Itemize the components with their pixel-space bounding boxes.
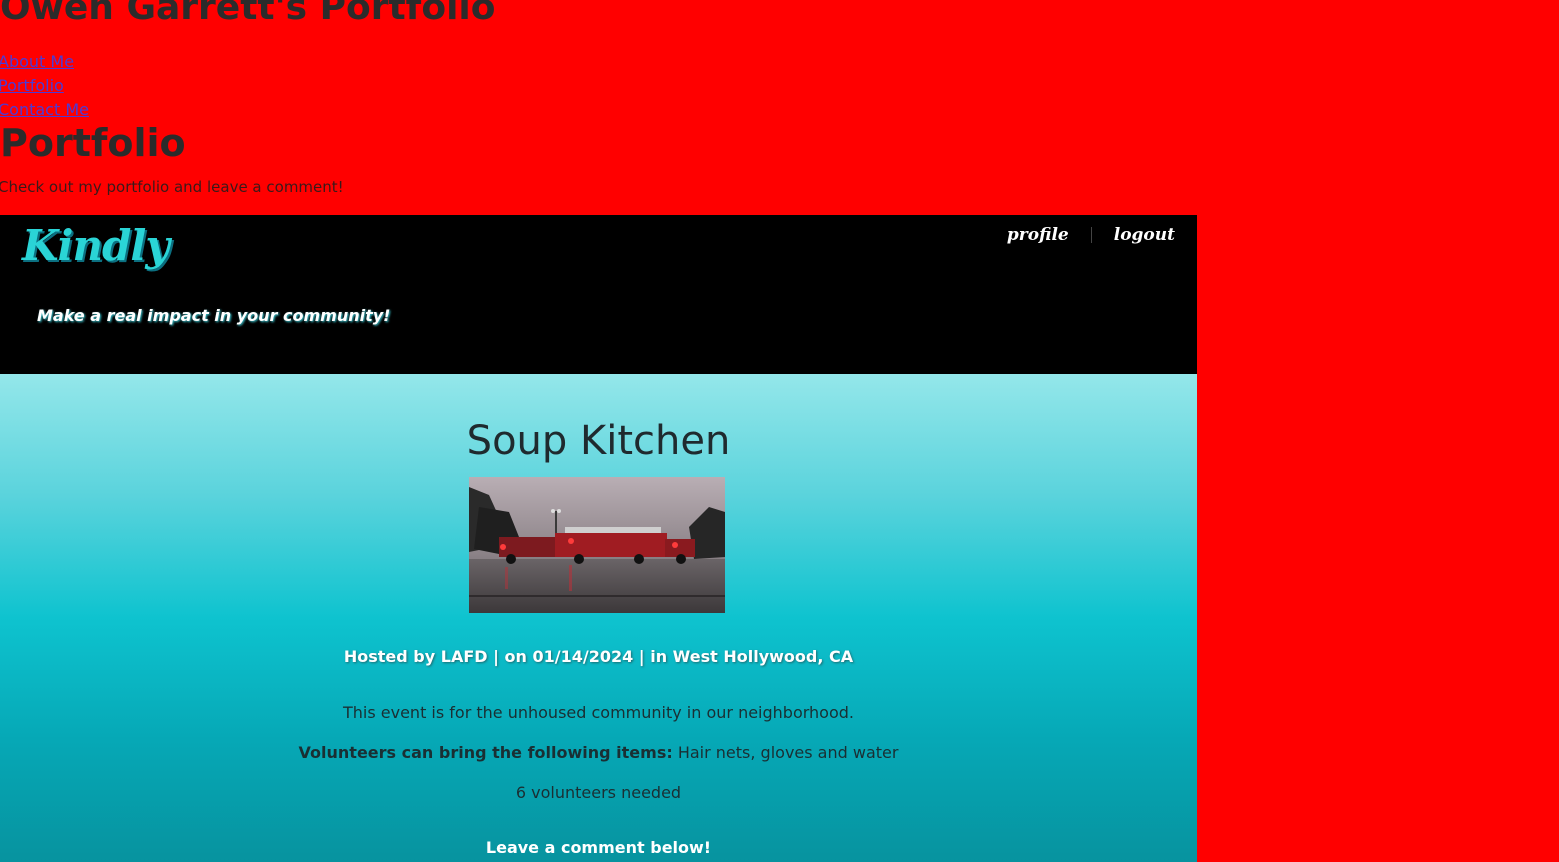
- nav-link-portfolio[interactable]: Portfolio: [0, 74, 89, 98]
- fire-truck-image: [469, 477, 725, 613]
- portfolio-nav: About Me Portfolio Contact Me: [0, 50, 89, 122]
- nav-divider: [1090, 227, 1092, 243]
- section-description: Check out my portfolio and leave a comme…: [0, 178, 344, 196]
- app-logo[interactable]: Kindly: [22, 221, 170, 270]
- event-title: Soup Kitchen: [466, 418, 731, 464]
- comment-prompt: Leave a comment below!: [485, 838, 712, 857]
- event-items-value: Hair nets, gloves and water: [672, 743, 899, 762]
- section-title: Portfolio: [0, 121, 186, 165]
- project-preview: Kindly Make a real impact in your commun…: [0, 215, 1197, 862]
- logout-link[interactable]: logout: [1114, 225, 1175, 245]
- page-title: Owen Garrett's Portfolio: [0, 0, 496, 28]
- event-description: This event is for the unhoused community…: [342, 703, 854, 722]
- profile-link[interactable]: profile: [1007, 225, 1069, 245]
- app-top-nav: profile logout: [1007, 225, 1175, 245]
- nav-link-about-me[interactable]: About Me: [0, 50, 89, 74]
- app-tagline: Make a real impact in your community!: [37, 306, 391, 325]
- event-photo: [469, 477, 725, 613]
- event-volunteers: 6 volunteers needed: [515, 783, 682, 802]
- event-items-label: Volunteers can bring the following items…: [298, 743, 673, 762]
- event-meta: Hosted by LAFD | on 01/14/2024 | in West…: [343, 647, 854, 666]
- nav-link-contact-me[interactable]: Contact Me: [0, 98, 89, 122]
- event-detail: Soup Kitchen Hosted by LAFD | on 01/14/2…: [0, 374, 1197, 862]
- app-header: Kindly Make a real impact in your commun…: [0, 215, 1197, 374]
- event-items: Volunteers can bring the following items…: [0, 743, 1197, 762]
